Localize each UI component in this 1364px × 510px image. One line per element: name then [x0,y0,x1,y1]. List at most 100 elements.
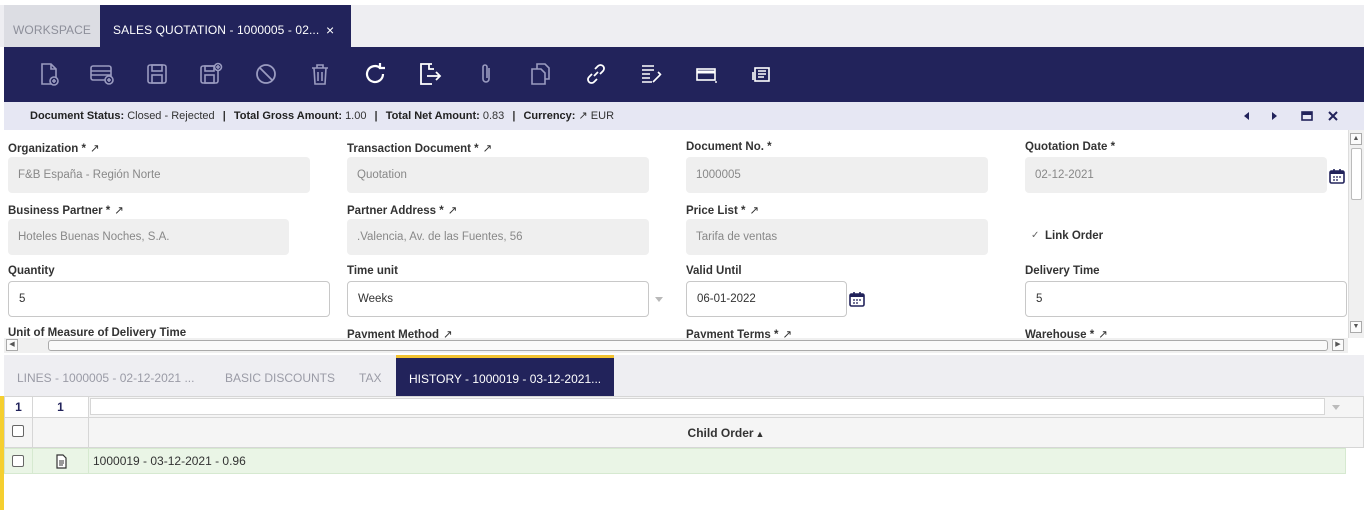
business-partner-link-icon[interactable]: ↗ [114,205,124,217]
organization-label: Organization * ↗ [8,143,100,155]
tab-tax[interactable]: TAX [346,355,394,396]
separator: | [512,110,516,122]
new-row-icon[interactable] [88,60,116,88]
toolbar [4,47,1364,102]
maximize-icon[interactable] [1300,109,1314,123]
link-icon[interactable] [582,60,610,88]
next-record-icon[interactable] [1267,109,1281,123]
quotation-date-field[interactable]: 02-12-2021 [1025,157,1327,193]
valid-until-input[interactable]: 06-01-2022 [686,281,847,317]
column-divider [32,448,33,474]
transaction-document-label: Transaction Document * ↗ [347,143,493,155]
close-record-icon[interactable] [1326,109,1340,123]
form-view-icon[interactable] [692,60,720,88]
export-icon[interactable] [415,60,443,88]
new-document-icon[interactable] [35,60,63,88]
child-order-filter-input[interactable] [90,398,1325,415]
document-no-label: Document No. * [686,141,772,153]
tab-sales-quotation-label: SALES QUOTATION - 1000005 - 02... [113,23,320,37]
separator: | [222,110,226,122]
tab-history[interactable]: HISTORY - 1000019 - 03-12-2021... [396,355,615,396]
doc-status-label: Document Status: [30,110,125,122]
previous-record-icon[interactable] [1240,109,1254,123]
currency-value: EUR [590,110,615,122]
partner-address-field[interactable]: .Valencia, Av. de las Fuentes, 56 [347,219,649,255]
link-order-label: Link Order [1045,230,1104,242]
child-order-column-header[interactable]: Child Order ▲ [88,417,1364,448]
scroll-right-button[interactable]: ▶ [1332,339,1344,351]
document-icon[interactable] [54,454,68,469]
uom-delivery-time-label: Unit of Measure of Delivery Time [8,327,187,338]
form-vertical-scrollbar[interactable]: ▲ ▼ [1348,130,1364,338]
select-all-checkbox[interactable] [12,425,24,437]
header-form: Organization * ↗ Transaction Document * ↗ … [4,130,1348,338]
document-no-field[interactable]: 1000005 [686,157,988,193]
payment-terms-link-icon[interactable]: ↗ [782,329,792,338]
calendar-icon[interactable] [848,290,866,308]
save-icon[interactable] [143,60,171,88]
currency-label: Currency: [523,110,576,122]
price-list-link-icon[interactable]: ↗ [749,205,759,217]
quantity-label: Quantity [8,265,55,277]
child-tab-bar: LINES - 1000005 - 02-12-2021 ... BASIC D… [4,355,1364,396]
organization-field[interactable]: F&B España - Región Norte [8,157,310,193]
scroll-left-button[interactable]: ◀ [6,339,18,351]
tab-basic-discounts[interactable]: BASIC DISCOUNTS [212,355,348,396]
time-unit-label: Time unit [347,265,398,277]
process-icon[interactable] [637,60,665,88]
quantity-input[interactable]: 5 [8,281,330,317]
child-order-cell: 1000019 - 03-12-2021 - 0.96 [93,454,246,468]
time-unit-select[interactable]: Weeks [347,281,649,317]
quotation-date-label: Quotation Date * [1025,141,1116,153]
scroll-down-button[interactable]: ▼ [1350,321,1362,333]
scroll-thumb[interactable] [1351,148,1362,200]
chevron-down-icon[interactable] [653,293,665,305]
warehouse-label: Warehouse * ↗ [1025,327,1108,338]
payment-terms-label: Payment Terms * ↗ [686,327,792,338]
sort-ascending-icon: ▲ [755,429,765,439]
save-and-new-icon[interactable] [197,60,225,88]
net-amount-value: 0.83 [482,110,505,122]
doc-status-value: Closed - Rejected [127,110,215,122]
currency-link-icon[interactable]: ↗ [579,110,588,122]
tab-workspace[interactable]: WORKSPACE [4,5,100,47]
column-divider [88,448,89,474]
partner-address-label: Partner Address * ↗ [347,205,458,217]
warehouse-link-icon[interactable]: ↗ [1098,329,1108,338]
scroll-thumb[interactable] [48,340,1328,351]
gross-amount-label: Total Gross Amount: [233,110,342,122]
chevron-down-icon[interactable] [1330,402,1342,412]
price-list-label: Price List * ↗ [686,205,760,217]
delivery-time-input[interactable]: 5 [1025,281,1347,317]
delete-icon[interactable] [306,60,334,88]
business-partner-field[interactable]: Hoteles Buenas Noches, S.A. [8,219,289,255]
tab-lines[interactable]: LINES - 1000005 - 02-12-2021 ... [4,355,207,396]
attachment-icon[interactable] [472,60,500,88]
header-icon-cell [32,417,89,448]
document-status-bar: Document Status: Closed - Rejected | Tot… [4,102,1364,130]
refresh-icon[interactable] [361,60,389,88]
clone-icon[interactable] [526,60,554,88]
gross-amount-value: 1.00 [345,110,367,122]
delivery-time-label: Delivery Time [1025,265,1100,277]
row-checkbox[interactable] [12,455,24,467]
transaction-document-field[interactable]: Quotation [347,157,649,193]
link-order-checkbox[interactable]: ✓ [1031,230,1039,241]
price-list-field[interactable]: Tarifa de ventas [686,219,988,255]
payment-method-link-icon[interactable]: ↗ [443,329,453,338]
tab-sales-quotation[interactable]: SALES QUOTATION - 1000005 - 02... × [100,5,351,47]
net-amount-label: Total Net Amount: [385,110,480,122]
window-tab-bar: WORKSPACE SALES QUOTATION - 1000005 - 02… [0,0,1364,47]
partner-address-link-icon[interactable]: ↗ [448,205,458,217]
calendar-icon[interactable] [1328,167,1346,185]
form-horizontal-scrollbar[interactable]: ◀ ▶ [4,338,1348,353]
print-icon[interactable] [748,60,776,88]
payment-method-label: Payment Method ↗ [347,327,453,338]
business-partner-label: Business Partner * ↗ [8,205,124,217]
scroll-up-button[interactable]: ▲ [1350,133,1362,145]
transaction-document-link-icon[interactable]: ↗ [483,143,493,155]
undo-icon[interactable] [252,60,280,88]
organization-link-icon[interactable]: ↗ [90,143,100,155]
total-count: 1 [32,396,89,418]
separator: | [374,110,378,122]
